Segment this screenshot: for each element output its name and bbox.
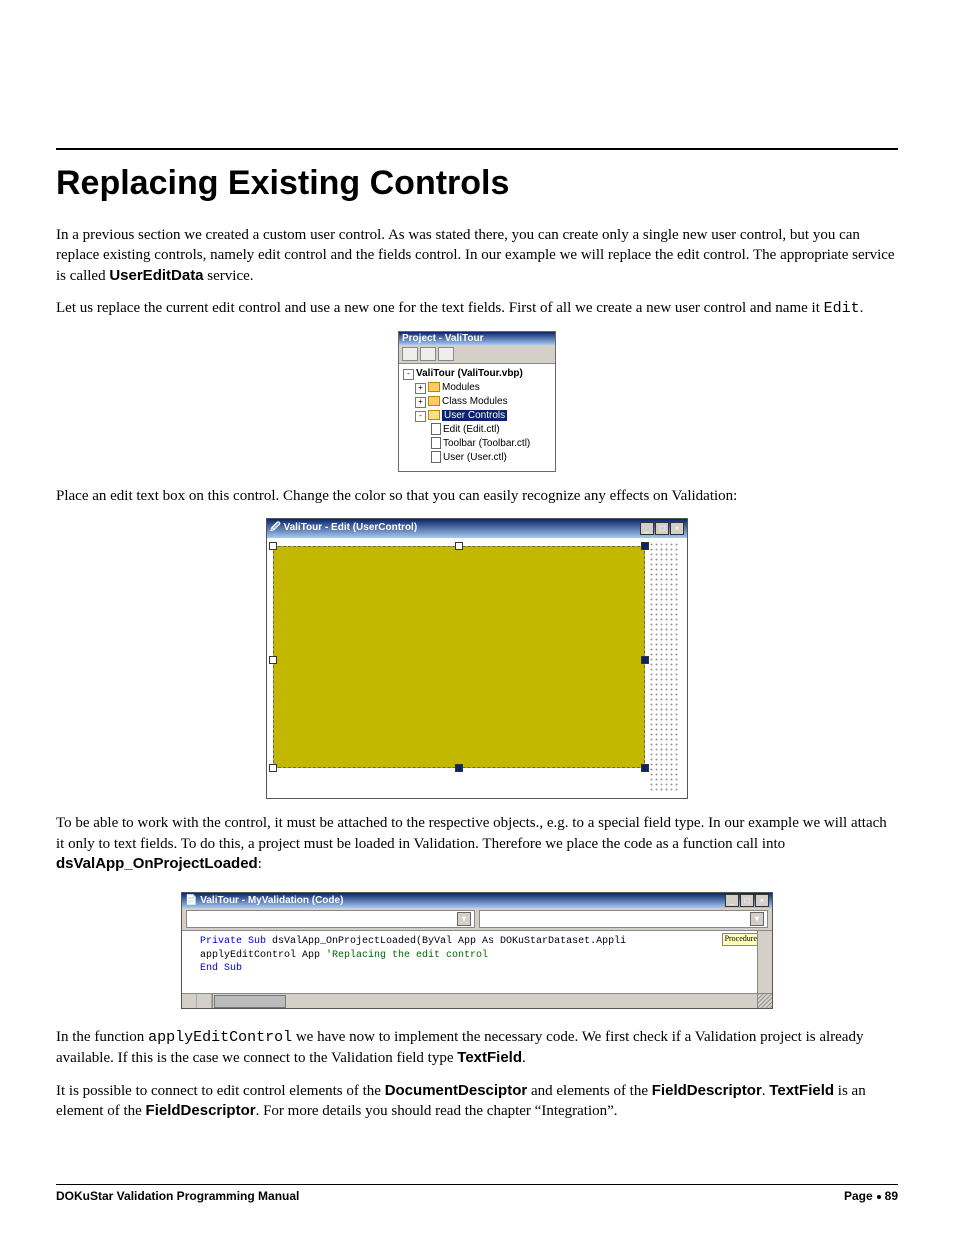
- service-name: UserEditData: [109, 267, 203, 284]
- maximize-icon: □: [655, 522, 669, 535]
- resize-handle: [455, 542, 463, 550]
- page-number: Page89: [844, 1189, 898, 1203]
- resize-handle: [641, 764, 649, 772]
- resize-handle: [455, 764, 463, 772]
- text: :: [258, 856, 262, 872]
- intro-paragraph: In a previous section we created a custo…: [56, 225, 898, 286]
- collapse-icon: -: [415, 411, 426, 422]
- tree-item: User (User.ctl): [443, 452, 507, 463]
- text: .: [860, 300, 864, 316]
- type-name: TextField: [457, 1049, 522, 1066]
- window-titlebar: 🖉 ValiTour - Edit (UserControl) _□×: [267, 519, 687, 538]
- user-control-designer-figure: 🖉 ValiTour - Edit (UserControl) _□×: [266, 518, 688, 799]
- footer-title: DOKuStar Validation Programming Manual: [56, 1189, 299, 1203]
- text: It is possible to connect to edit contro…: [56, 1083, 385, 1099]
- project-title: Project - ValiTour: [399, 332, 555, 345]
- file-icon: [431, 437, 441, 449]
- combo-value: OnProjectLoaded: [483, 914, 566, 925]
- code-inline: applyEditControl: [148, 1029, 292, 1046]
- tree-root: ValiTour (ValiTour.vbp): [416, 368, 523, 379]
- text: .: [522, 1050, 526, 1066]
- function-name: dsValApp_OnProjectLoaded: [56, 855, 258, 872]
- text: service.: [204, 268, 254, 284]
- designer-surface: [267, 538, 687, 798]
- folder-open-icon: [428, 410, 440, 420]
- procedure-tag: Procedure: [722, 933, 760, 946]
- expand-icon: +: [415, 397, 426, 408]
- project-explorer-figure: Project - ValiTour -ValiTour (ValiTour.v…: [398, 331, 556, 472]
- collapse-icon: -: [403, 369, 414, 380]
- tree-folder: Modules: [442, 382, 480, 393]
- vertical-scrollbar[interactable]: [757, 931, 772, 993]
- window-titlebar: 📄 ValiTour - MyValidation (Code) _□×: [182, 893, 772, 908]
- minimize-icon: _: [725, 894, 739, 907]
- window-title: 🖉 ValiTour - Edit (UserControl): [270, 520, 417, 537]
- close-icon: ×: [670, 522, 684, 535]
- type-name: TextField: [769, 1082, 834, 1099]
- code-inline: Edit: [824, 300, 860, 317]
- paragraph: In the function applyEditControl we have…: [56, 1027, 898, 1069]
- chevron-down-icon: ▾: [750, 912, 764, 926]
- page-heading: Replacing Existing Controls: [56, 164, 898, 203]
- text: . For more details you should read the c…: [256, 1103, 618, 1119]
- procedure-combo[interactable]: OnProjectLoaded ▾: [479, 910, 768, 928]
- resize-handle: [641, 656, 649, 664]
- window-buttons: _□×: [724, 894, 769, 907]
- horizontal-scrollbar[interactable]: [182, 993, 772, 1008]
- chevron-down-icon: ▾: [457, 912, 471, 926]
- code-keyword: Private Sub: [200, 936, 266, 947]
- code-text: applyEditControl App: [200, 950, 326, 961]
- page-footer: DOKuStar Validation Programming Manual P…: [56, 1184, 898, 1203]
- resize-handle: [641, 542, 649, 550]
- code-area: Procedure Private Sub dsValApp_OnProject…: [182, 931, 772, 993]
- file-icon: [431, 451, 441, 463]
- type-name: FieldDescriptor: [652, 1082, 762, 1099]
- close-icon: ×: [755, 894, 769, 907]
- code-selectors: dsValApp ▾ OnProjectLoaded ▾: [182, 908, 772, 931]
- code-window-figure: 📄 ValiTour - MyValidation (Code) _□× dsV…: [181, 892, 773, 1009]
- paragraph: Place an edit text box on this control. …: [56, 486, 898, 506]
- maximize-icon: □: [740, 894, 754, 907]
- tree-item: Toolbar (Toolbar.ctl): [443, 438, 530, 449]
- paragraph: Let us replace the current edit control …: [56, 298, 898, 319]
- tree-folder-selected: User Controls: [442, 410, 507, 421]
- edit-textbox: [273, 546, 645, 768]
- code-keyword: End Sub: [200, 963, 242, 974]
- text: Let us replace the current edit control …: [56, 300, 824, 316]
- paragraph: It is possible to connect to edit contro…: [56, 1081, 898, 1122]
- combo-value: dsValApp: [190, 914, 236, 925]
- window-buttons: _□×: [639, 522, 684, 535]
- folder-icon: [428, 396, 440, 406]
- text: and elements of the: [527, 1083, 652, 1099]
- top-rule: [56, 148, 898, 150]
- resize-grip-icon: [757, 994, 772, 1008]
- object-combo[interactable]: dsValApp ▾: [186, 910, 475, 928]
- paragraph: To be able to work with the control, it …: [56, 813, 898, 874]
- resize-handle: [269, 764, 277, 772]
- text: In the function: [56, 1029, 148, 1045]
- minimize-icon: _: [640, 522, 654, 535]
- text: To be able to work with the control, it …: [56, 815, 887, 851]
- type-name: FieldDescriptor: [146, 1102, 256, 1119]
- type-name: DocumentDesciptor: [385, 1082, 528, 1099]
- project-toolbar: [399, 345, 555, 364]
- tree-folder: Class Modules: [442, 396, 508, 407]
- design-grid: [649, 542, 679, 792]
- project-tree: -ValiTour (ValiTour.vbp) +Modules +Class…: [399, 364, 555, 471]
- expand-icon: +: [415, 383, 426, 394]
- code-comment: 'Replacing the edit control: [326, 950, 488, 961]
- window-title: 📄 ValiTour - MyValidation (Code): [185, 895, 343, 906]
- folder-icon: [428, 382, 440, 392]
- tree-item: Edit (Edit.ctl): [443, 424, 500, 435]
- code-text: dsValApp_OnProjectLoaded(ByVal App As DO…: [266, 936, 626, 947]
- resize-handle: [269, 656, 277, 664]
- resize-handle: [269, 542, 277, 550]
- file-icon: [431, 423, 441, 435]
